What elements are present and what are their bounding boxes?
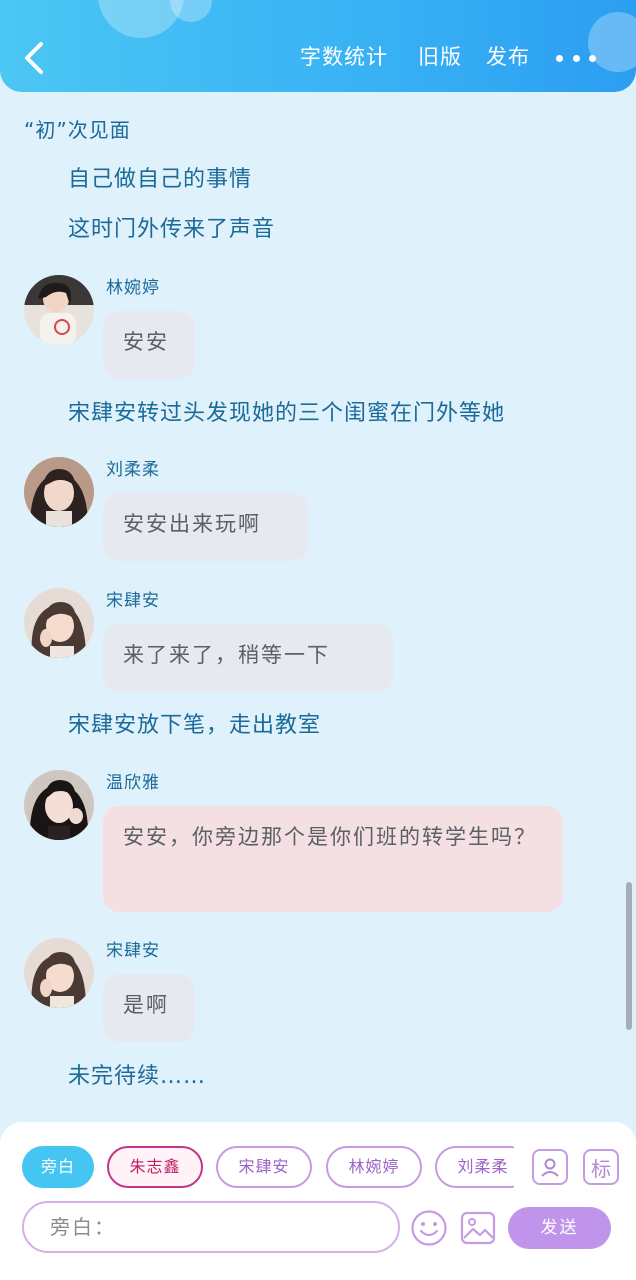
- narration-line[interactable]: 宋肆安转过头发现她的三个闺蜜在门外等她: [68, 398, 505, 430]
- avatar[interactable]: [24, 275, 94, 345]
- avatar[interactable]: [24, 457, 94, 527]
- back-button[interactable]: [16, 36, 52, 80]
- avatar[interactable]: [24, 588, 94, 658]
- narration-line[interactable]: 自己做自己的事情: [68, 164, 252, 196]
- speaker-name: 林婉婷: [106, 278, 160, 298]
- narration-line[interactable]: 宋肆安放下笔，走出教室: [68, 710, 321, 742]
- top-bar: 字数统计 旧版 发布: [0, 0, 636, 92]
- role-chip-list: 旁白 朱志鑫 宋肆安 林婉婷 刘柔柔: [22, 1146, 514, 1188]
- message-bubble[interactable]: 是啊: [103, 974, 195, 1042]
- chevron-left-icon: [25, 42, 43, 74]
- speaker-name: 温欣雅: [106, 773, 160, 793]
- send-button[interactable]: 发送: [508, 1207, 611, 1249]
- scrollbar[interactable]: [626, 882, 632, 1030]
- message-bubble[interactable]: 安安，你旁边那个是你们班的转学生吗？: [103, 806, 563, 912]
- role-chip-narrator[interactable]: 旁白: [22, 1146, 94, 1188]
- image-icon[interactable]: [459, 1209, 497, 1247]
- tag-button[interactable]: 标: [583, 1149, 619, 1185]
- speaker-name: 宋肆安: [106, 591, 160, 611]
- more-dots-icon[interactable]: [556, 44, 596, 72]
- role-chip[interactable]: 朱志鑫: [107, 1146, 203, 1188]
- narration-line[interactable]: “初”次见面: [24, 114, 131, 146]
- message-bubble[interactable]: 来了来了，稍等一下: [103, 624, 393, 692]
- role-chip[interactable]: 宋肆安: [216, 1146, 312, 1188]
- role-chip[interactable]: 刘柔柔: [435, 1146, 514, 1188]
- narration-line[interactable]: 未完待续……: [68, 1061, 206, 1093]
- avatar[interactable]: [24, 770, 94, 840]
- contact-card-icon[interactable]: [532, 1149, 568, 1185]
- old-version-button[interactable]: 旧版: [418, 42, 462, 72]
- avatar[interactable]: [24, 938, 94, 1008]
- speaker-name: 宋肆安: [106, 941, 160, 961]
- message-bubble[interactable]: 安安: [103, 311, 195, 379]
- role-chip[interactable]: 林婉婷: [326, 1146, 422, 1188]
- message-input[interactable]: [24, 1203, 398, 1251]
- smiley-icon[interactable]: [410, 1209, 448, 1247]
- publish-button[interactable]: 发布: [486, 42, 530, 72]
- message-input-wrapper: [22, 1201, 400, 1253]
- word-count-button[interactable]: 字数统计: [300, 42, 388, 72]
- message-bubble[interactable]: 安安出来玩啊: [103, 493, 308, 561]
- narration-line[interactable]: 这时门外传来了声音: [68, 214, 275, 246]
- speaker-name: 刘柔柔: [106, 460, 160, 480]
